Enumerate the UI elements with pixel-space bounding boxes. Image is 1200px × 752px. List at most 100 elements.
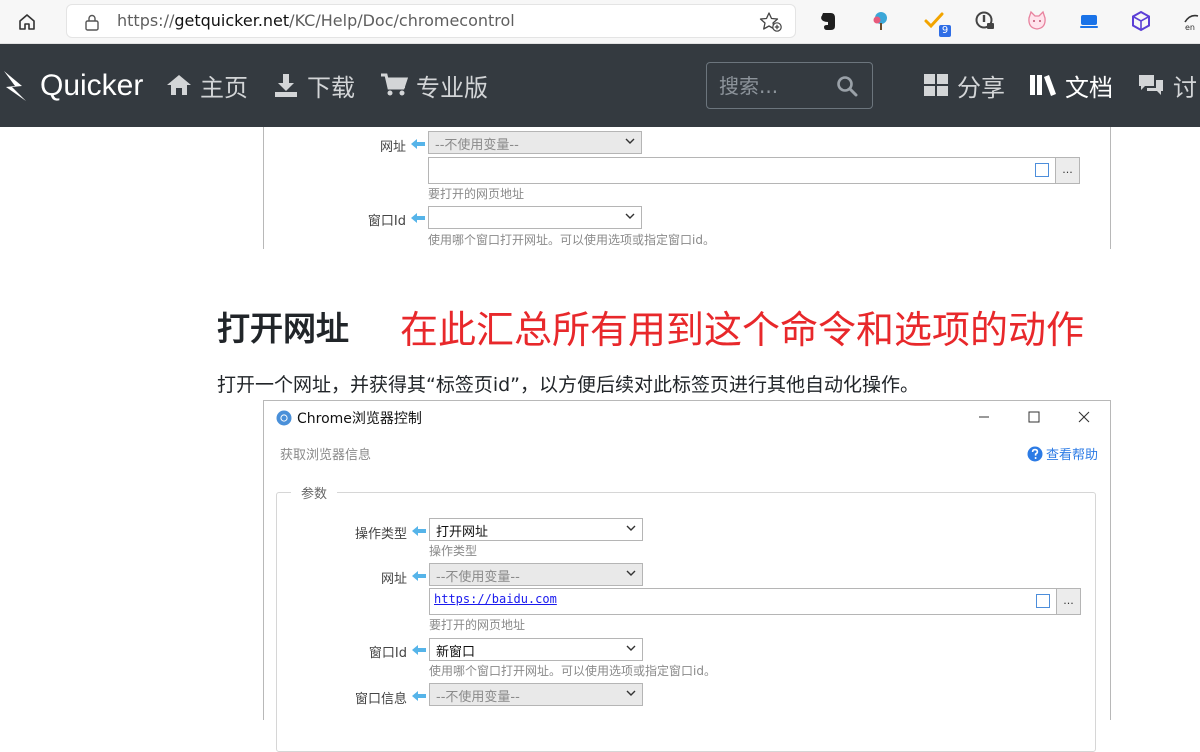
action-type-hint: 操作类型 <box>429 544 478 558</box>
home-icon <box>167 75 191 95</box>
search-input[interactable] <box>719 73 829 99</box>
arrow-left-icon <box>411 213 425 223</box>
minimize-icon[interactable] <box>969 407 999 427</box>
maximize-icon[interactable] <box>1019 407 1049 427</box>
evernote-extension-icon[interactable] <box>815 8 841 34</box>
nav-docs[interactable]: 文档 <box>1029 70 1113 102</box>
svg-text:en: en <box>1185 23 1195 32</box>
nav-docs-label: 文档 <box>1065 73 1113 102</box>
extension-badge: 9 <box>939 25 951 37</box>
params-group: 参数 操作类型 打开网址 操作类型 网址 --不使用变量-- https://b… <box>276 483 1096 752</box>
doc-content: 网址 --不使用变量-- ... 要打开的网页地址 窗口Id 使用哪个窗口打开网… <box>195 127 1200 752</box>
url-label: 网址 <box>380 572 407 587</box>
dialog-screenshot: Chrome浏览器控制 获取浏览器信息 查看帮助 参数 操作类型 打开网址 操作… <box>263 400 1111 752</box>
help-link[interactable]: 查看帮助 <box>1027 444 1098 463</box>
grid-icon <box>924 74 948 96</box>
url-prefix: https:// <box>117 11 175 30</box>
nav-discuss-label: 讨 <box>1173 73 1197 102</box>
dialog-subtitle: 获取浏览器信息 <box>280 448 372 463</box>
close-icon[interactable] <box>1069 407 1099 427</box>
arrow-left-icon <box>412 571 426 581</box>
bolt-icon <box>4 71 26 101</box>
chevron-down-icon <box>626 525 636 531</box>
url-label: 网址 <box>379 140 406 155</box>
window-id-value: 新窗口 <box>436 645 476 660</box>
chevron-down-icon <box>625 213 635 219</box>
open-link-icon[interactable] <box>1035 163 1049 177</box>
nav-pro-label: 专业版 <box>416 73 488 102</box>
open-link-icon[interactable] <box>1036 594 1050 608</box>
device-extension-icon[interactable] <box>1076 8 1102 34</box>
search-icon[interactable] <box>836 75 858 97</box>
window-info-label: 窗口信息 <box>354 692 407 707</box>
todo-extension-icon[interactable]: 9 <box>921 8 951 37</box>
nav-pro[interactable]: 专业版 <box>380 70 488 102</box>
window-id-hint: 使用哪个窗口打开网址。可以使用选项或指定窗口id。 <box>428 233 715 247</box>
chevron-down-icon <box>626 645 636 651</box>
url-value: https://baidu.com <box>434 592 557 606</box>
nav-share-label: 分享 <box>957 73 1005 102</box>
cat-extension-icon[interactable] <box>1024 8 1050 34</box>
comments-icon <box>1139 75 1163 95</box>
chevron-down-icon <box>626 690 636 696</box>
nav-home-label: 主页 <box>200 73 248 102</box>
help-icon <box>1027 446 1043 461</box>
brand-name: Quicker <box>40 69 144 102</box>
nav-share[interactable]: 分享 <box>923 70 1005 102</box>
url-variable-combo-value: --不使用变量-- <box>435 138 519 153</box>
privacy-extension-icon[interactable] <box>972 8 998 34</box>
url-text[interactable]: https://getquicker.net/KC/Help/Doc/chrom… <box>117 11 515 30</box>
chevron-down-icon <box>625 138 635 144</box>
translate-extension-icon[interactable]: en <box>1180 8 1200 34</box>
window-id-label: 窗口Id <box>367 214 406 229</box>
action-type-label: 操作类型 <box>354 527 407 542</box>
arrow-left-icon <box>411 139 425 149</box>
url-textbox[interactable]: ... <box>428 157 1080 184</box>
search-box <box>706 62 873 109</box>
arrow-left-icon <box>412 645 426 655</box>
window-id-label: 窗口Id <box>368 646 407 661</box>
window-info-combo[interactable]: --不使用变量-- <box>429 683 643 706</box>
cube-extension-icon[interactable] <box>1128 8 1154 34</box>
section-title: 打开网址 <box>217 309 349 348</box>
dialog-title: Chrome浏览器控制 <box>297 411 422 427</box>
red-annotation: 在此汇总所有用到这个命令和选项的动作 <box>400 308 1085 352</box>
more-button[interactable]: ... <box>1056 589 1080 614</box>
chevron-down-icon <box>626 570 636 576</box>
address-bar[interactable]: https://getquicker.net/KC/Help/Doc/chrom… <box>66 4 796 38</box>
browser-toolbar: https://getquicker.net/KC/Help/Doc/chrom… <box>0 0 1200 44</box>
nav-home[interactable]: 主页 <box>166 70 248 102</box>
section-paragraph: 打开一个网址，并获得其“标签页id”，以方便后续对此标签页进行其他自动化操作。 <box>217 374 920 396</box>
dialog-titlebar: Chrome浏览器控制 <box>276 408 422 428</box>
url-hint: 要打开的网页地址 <box>429 618 526 632</box>
url-variable-combo[interactable]: --不使用变量-- <box>428 131 642 154</box>
window-id-combo[interactable]: 新窗口 <box>429 638 643 661</box>
cart-icon <box>381 73 408 96</box>
lock-icon[interactable] <box>83 13 101 31</box>
window-info-combo-value: --不使用变量-- <box>436 690 520 705</box>
site-navbar: Quicker 主页 下载 专业版 分享 文档 讨 <box>0 44 1200 127</box>
window-id-combo[interactable] <box>428 206 642 229</box>
url-path: /KC/Help/Doc/chromecontrol <box>289 11 515 30</box>
nav-discuss[interactable]: 讨 <box>1137 70 1197 102</box>
more-button[interactable]: ... <box>1055 158 1079 183</box>
tree-extension-icon[interactable] <box>868 8 894 34</box>
help-link-label: 查看帮助 <box>1045 448 1098 463</box>
home-icon[interactable] <box>14 9 40 35</box>
brand-link[interactable]: Quicker <box>0 66 143 106</box>
url-variable-combo[interactable]: --不使用变量-- <box>429 563 643 586</box>
params-group-label: 参数 <box>291 483 338 502</box>
action-type-value: 打开网址 <box>436 525 489 540</box>
books-icon <box>1030 75 1056 96</box>
add-favorite-icon[interactable] <box>759 11 783 33</box>
window-id-hint: 使用哪个窗口打开网址。可以使用选项或指定窗口id。 <box>429 664 716 678</box>
download-icon <box>275 74 297 97</box>
arrow-left-icon <box>412 691 426 701</box>
arrow-left-icon <box>412 526 426 536</box>
nav-download-label: 下载 <box>307 73 355 102</box>
url-hint: 要打开的网页地址 <box>428 187 525 201</box>
nav-download[interactable]: 下载 <box>273 70 355 102</box>
url-textbox[interactable]: https://baidu.com ... <box>429 588 1081 615</box>
url-variable-combo-value: --不使用变量-- <box>436 570 520 585</box>
action-type-combo[interactable]: 打开网址 <box>429 518 643 541</box>
